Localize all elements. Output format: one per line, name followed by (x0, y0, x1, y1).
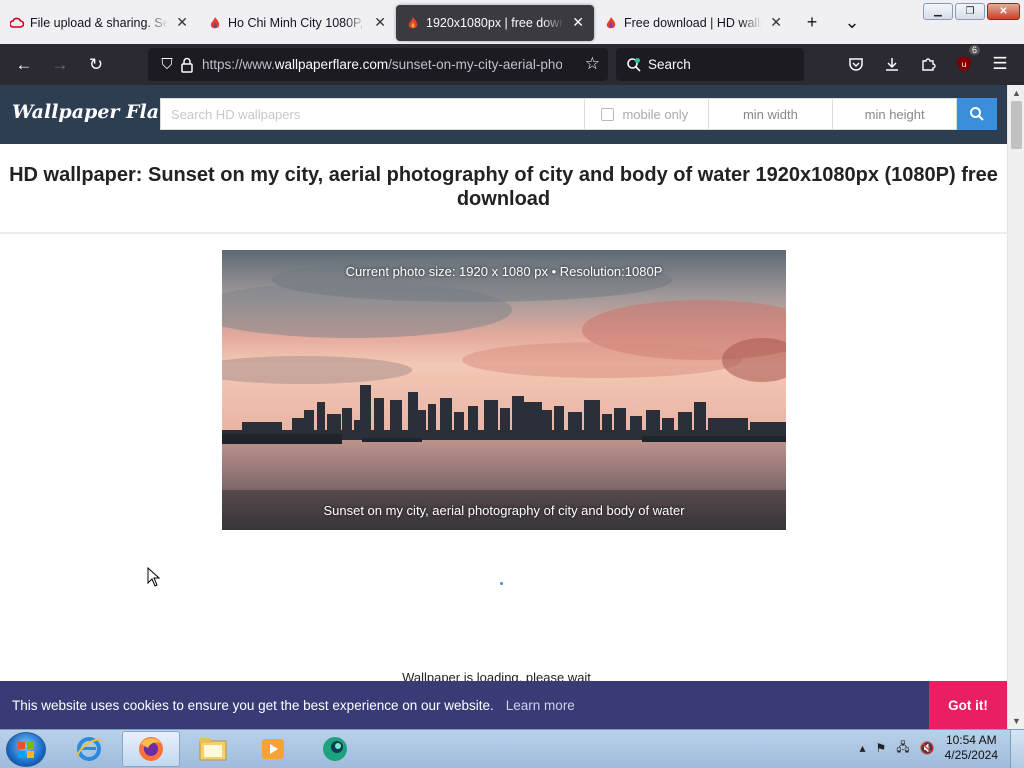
scrollbar-thumb[interactable] (1011, 101, 1022, 149)
learn-more-link[interactable]: Learn more (506, 698, 575, 713)
reload-icon[interactable]: ↻ (78, 49, 114, 81)
page-scrollbar[interactable]: ▲ ▼ (1007, 85, 1024, 729)
shield-icon[interactable]: ⛉ (154, 56, 180, 73)
back-arrow-icon[interactable]: ← (6, 49, 42, 81)
scroll-up-arrow-icon[interactable]: ▲ (1008, 85, 1024, 101)
firefox-icon[interactable] (122, 731, 180, 767)
tab-title: File upload & sharing. Send (30, 16, 168, 30)
tab-title: 1920x1080px | free download (426, 16, 564, 30)
mobile-only-label: mobile only (622, 106, 689, 122)
maximize-button[interactable]: ❐ (955, 3, 985, 20)
show-hidden-icons-arrow-icon[interactable]: ▴ (859, 741, 865, 755)
close-tab-icon[interactable]: ✕ (176, 14, 188, 31)
photo-caption: Sunset on my city, aerial photography of… (323, 503, 685, 518)
search-icon (970, 107, 984, 121)
tab-title: Free download | HD wallpap (624, 16, 762, 30)
divider (0, 232, 1007, 234)
site-logo[interactable]: Wallpaper Flare (12, 101, 181, 123)
address-bar[interactable]: ⛉ https://www.wallpaperflare.com/sunset-… (148, 48, 608, 81)
close-tab-icon[interactable]: ✕ (572, 14, 584, 31)
search-placeholder: Search (648, 57, 691, 72)
window-controls: ▁ ❐ ✕ (923, 3, 1020, 20)
tab-active-wallpaper[interactable]: 1920x1080px | free download ✕ (396, 5, 594, 41)
action-center-flag-icon[interactable]: ⚑ (876, 741, 887, 755)
windows-logo-icon (18, 741, 34, 758)
wallpaper-search-input[interactable]: Search HD wallpapers (160, 98, 586, 130)
download-icon[interactable] (874, 48, 910, 80)
cookie-message: This website uses cookies to ensure you … (12, 697, 494, 713)
file-explorer-icon[interactable] (184, 731, 242, 767)
pocket-icon[interactable] (838, 48, 874, 80)
tab-free-download[interactable]: Free download | HD wallpap ✕ (594, 5, 792, 41)
ublock-origin-icon[interactable]: u 6 (946, 45, 982, 80)
url-text: https://www.wallpaperflare.com/sunset-on… (202, 57, 562, 72)
search-bar[interactable]: Search (616, 48, 804, 81)
internet-explorer-icon[interactable] (60, 731, 118, 767)
mouse-cursor-icon (147, 567, 161, 587)
mobile-only-toggle[interactable]: mobile only (585, 98, 709, 130)
page-title: HD wallpaper: Sunset on my city, aerial … (9, 164, 998, 210)
show-desktop-button[interactable] (1010, 730, 1024, 768)
tab-file-upload[interactable]: File upload & sharing. Send ✕ (0, 5, 198, 41)
svg-text:u: u (961, 60, 966, 69)
search-icon (627, 57, 641, 72)
wallpaper-preview-image[interactable]: Current photo size: 1920 x 1080 px • Res… (222, 250, 786, 530)
windows-taskbar: ▴ ⚑ 🖧 🔇 10:54 AM 4/25/2024 (0, 729, 1024, 768)
navigation-toolbar: ← → ↻ ⛉ https://www.wallpaperflare.com/s… (0, 44, 1024, 85)
min-height-input[interactable]: min height (833, 98, 958, 130)
web-page: Wallpaper Flare Search HD wallpapers mob… (0, 85, 1007, 729)
site-header: Wallpaper Flare Search HD wallpapers mob… (0, 85, 1007, 144)
browser-green-icon[interactable] (306, 731, 364, 767)
bookmark-star-icon[interactable]: ☆ (585, 54, 600, 74)
mobile-only-checkbox[interactable] (601, 107, 615, 121)
tab-title: Ho Chi Minh City 1080P, 2K (228, 16, 366, 30)
system-tray: ▴ ⚑ 🖧 🔇 10:54 AM 4/25/2024 (859, 733, 998, 763)
forward-arrow-icon[interactable]: → (42, 49, 78, 81)
system-clock[interactable]: 10:54 AM 4/25/2024 (945, 733, 998, 763)
menu-hamburger-icon[interactable]: ☰ (982, 48, 1018, 80)
network-icon[interactable]: 🖧 (896, 738, 909, 759)
media-player-icon[interactable] (244, 731, 302, 767)
scroll-down-arrow-icon[interactable]: ▼ (1008, 713, 1024, 729)
site-search-form: Search HD wallpapers mobile only min wid… (160, 98, 997, 130)
sunset-city-photo (222, 250, 786, 530)
cloud-upload-icon (10, 17, 24, 28)
clock-date: 4/25/2024 (944, 748, 998, 762)
toolbar-right: u 6 ☰ (838, 45, 1018, 80)
close-window-button[interactable]: ✕ (987, 3, 1020, 20)
clock-time: 10:54 AM (945, 733, 997, 747)
minimize-button[interactable]: ▁ (923, 3, 953, 20)
min-width-input[interactable]: min width (708, 98, 834, 130)
volume-muted-icon[interactable]: 🔇 (920, 741, 935, 755)
tab-ho-chi-minh[interactable]: Ho Chi Minh City 1080P, 2K ✕ (198, 5, 396, 41)
flame-icon (408, 17, 418, 29)
close-tab-icon[interactable]: ✕ (374, 14, 386, 31)
cookie-consent-bar: This website uses cookies to ensure you … (0, 681, 1007, 729)
extension-badge: 6 (968, 45, 980, 55)
new-tab-button[interactable]: + (792, 4, 832, 40)
photo-size-caption: Current photo size: 1920 x 1080 px • Res… (345, 264, 663, 279)
lock-icon[interactable] (180, 57, 194, 73)
accept-cookies-button[interactable]: Got it! (929, 681, 1007, 729)
extensions-puzzle-icon[interactable] (910, 48, 946, 80)
flame-icon (606, 17, 616, 29)
loading-spinner (500, 582, 503, 585)
search-submit-button[interactable] (957, 98, 997, 130)
tab-bar: File upload & sharing. Send ✕ Ho Chi Min… (0, 0, 1024, 44)
flame-icon (210, 17, 220, 29)
start-button[interactable] (6, 732, 46, 767)
close-tab-icon[interactable]: ✕ (770, 14, 782, 31)
list-tabs-chevron-icon[interactable]: ⌄ (832, 4, 872, 40)
